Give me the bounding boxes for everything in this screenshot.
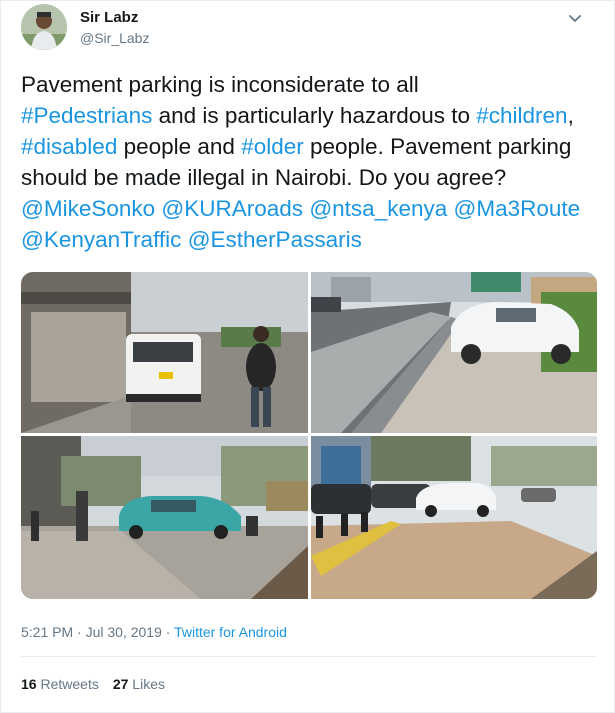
author-display-name[interactable]: Sir Labz bbox=[80, 9, 138, 26]
likes-stat[interactable]: 27 Likes bbox=[113, 676, 165, 692]
tweet-meta: 5:21 PM · Jul 30, 2019 · Twitter for And… bbox=[21, 624, 287, 640]
mention-link[interactable]: @Ma3Route bbox=[454, 196, 581, 221]
retweets-stat[interactable]: 16 Retweets bbox=[21, 676, 99, 692]
timestamp[interactable]: 5:21 PM · Jul 30, 2019 · bbox=[21, 624, 174, 640]
media-grid[interactable] bbox=[21, 272, 597, 599]
tweet-text-line: should be made illegal in Nairobi. Do yo… bbox=[21, 162, 596, 193]
tweet-text-line: Pavement parking is inconsiderate to all bbox=[21, 69, 596, 100]
mention-link[interactable]: @KURAroads bbox=[161, 196, 303, 221]
retweets-label: Retweets bbox=[40, 676, 99, 692]
photo-4[interactable] bbox=[311, 436, 597, 599]
photo-3[interactable] bbox=[21, 436, 308, 599]
mention-link[interactable]: @MikeSonko bbox=[21, 196, 155, 221]
tweet-text-segment: , bbox=[567, 103, 574, 128]
tweet-text-line: @KenyanTraffic @EstherPassaris bbox=[21, 224, 596, 255]
mention-link[interactable]: @KenyanTraffic bbox=[21, 227, 181, 252]
hashtag-link[interactable]: #older bbox=[241, 134, 304, 159]
tweet-text-segment: should be made illegal in Nairobi. Do yo… bbox=[21, 165, 507, 190]
source-link[interactable]: Twitter for Android bbox=[174, 624, 287, 640]
retweets-count: 16 bbox=[21, 676, 37, 692]
engagement-stats: 16 Retweets 27 Likes bbox=[21, 676, 165, 692]
tweet-text-segment: people and bbox=[117, 134, 242, 159]
tweet-text-line: #disabled people and #older people. Pave… bbox=[21, 131, 596, 162]
hashtag-link[interactable]: #children bbox=[476, 103, 567, 128]
tweet-text-line: #Pedestrians and is particularly hazardo… bbox=[21, 100, 596, 131]
divider bbox=[21, 656, 597, 657]
mention-link[interactable]: @ntsa_kenya bbox=[309, 196, 447, 221]
avatar-photo bbox=[21, 4, 67, 50]
mention-link[interactable]: @EstherPassaris bbox=[188, 227, 362, 252]
likes-label: Likes bbox=[132, 676, 165, 692]
tweet-text-line: @MikeSonko @KURAroads @ntsa_kenya @Ma3Ro… bbox=[21, 193, 596, 224]
author-handle[interactable]: @Sir_Labz bbox=[80, 30, 149, 46]
photo-2[interactable] bbox=[311, 272, 597, 433]
hashtag-link[interactable]: #Pedestrians bbox=[21, 103, 152, 128]
chevron-down-icon[interactable] bbox=[566, 10, 584, 28]
tweet-text: Pavement parking is inconsiderate to all… bbox=[21, 69, 596, 255]
photo-1[interactable] bbox=[21, 272, 308, 433]
tweet-text-segment: Pavement parking is inconsiderate to all bbox=[21, 72, 419, 97]
avatar[interactable] bbox=[21, 4, 67, 50]
hashtag-link[interactable]: #disabled bbox=[21, 134, 117, 159]
tweet-text-segment: people. Pavement parking bbox=[303, 134, 572, 159]
tweet-text-segment: and is particularly hazardous to bbox=[152, 103, 477, 128]
likes-count: 27 bbox=[112, 676, 129, 692]
